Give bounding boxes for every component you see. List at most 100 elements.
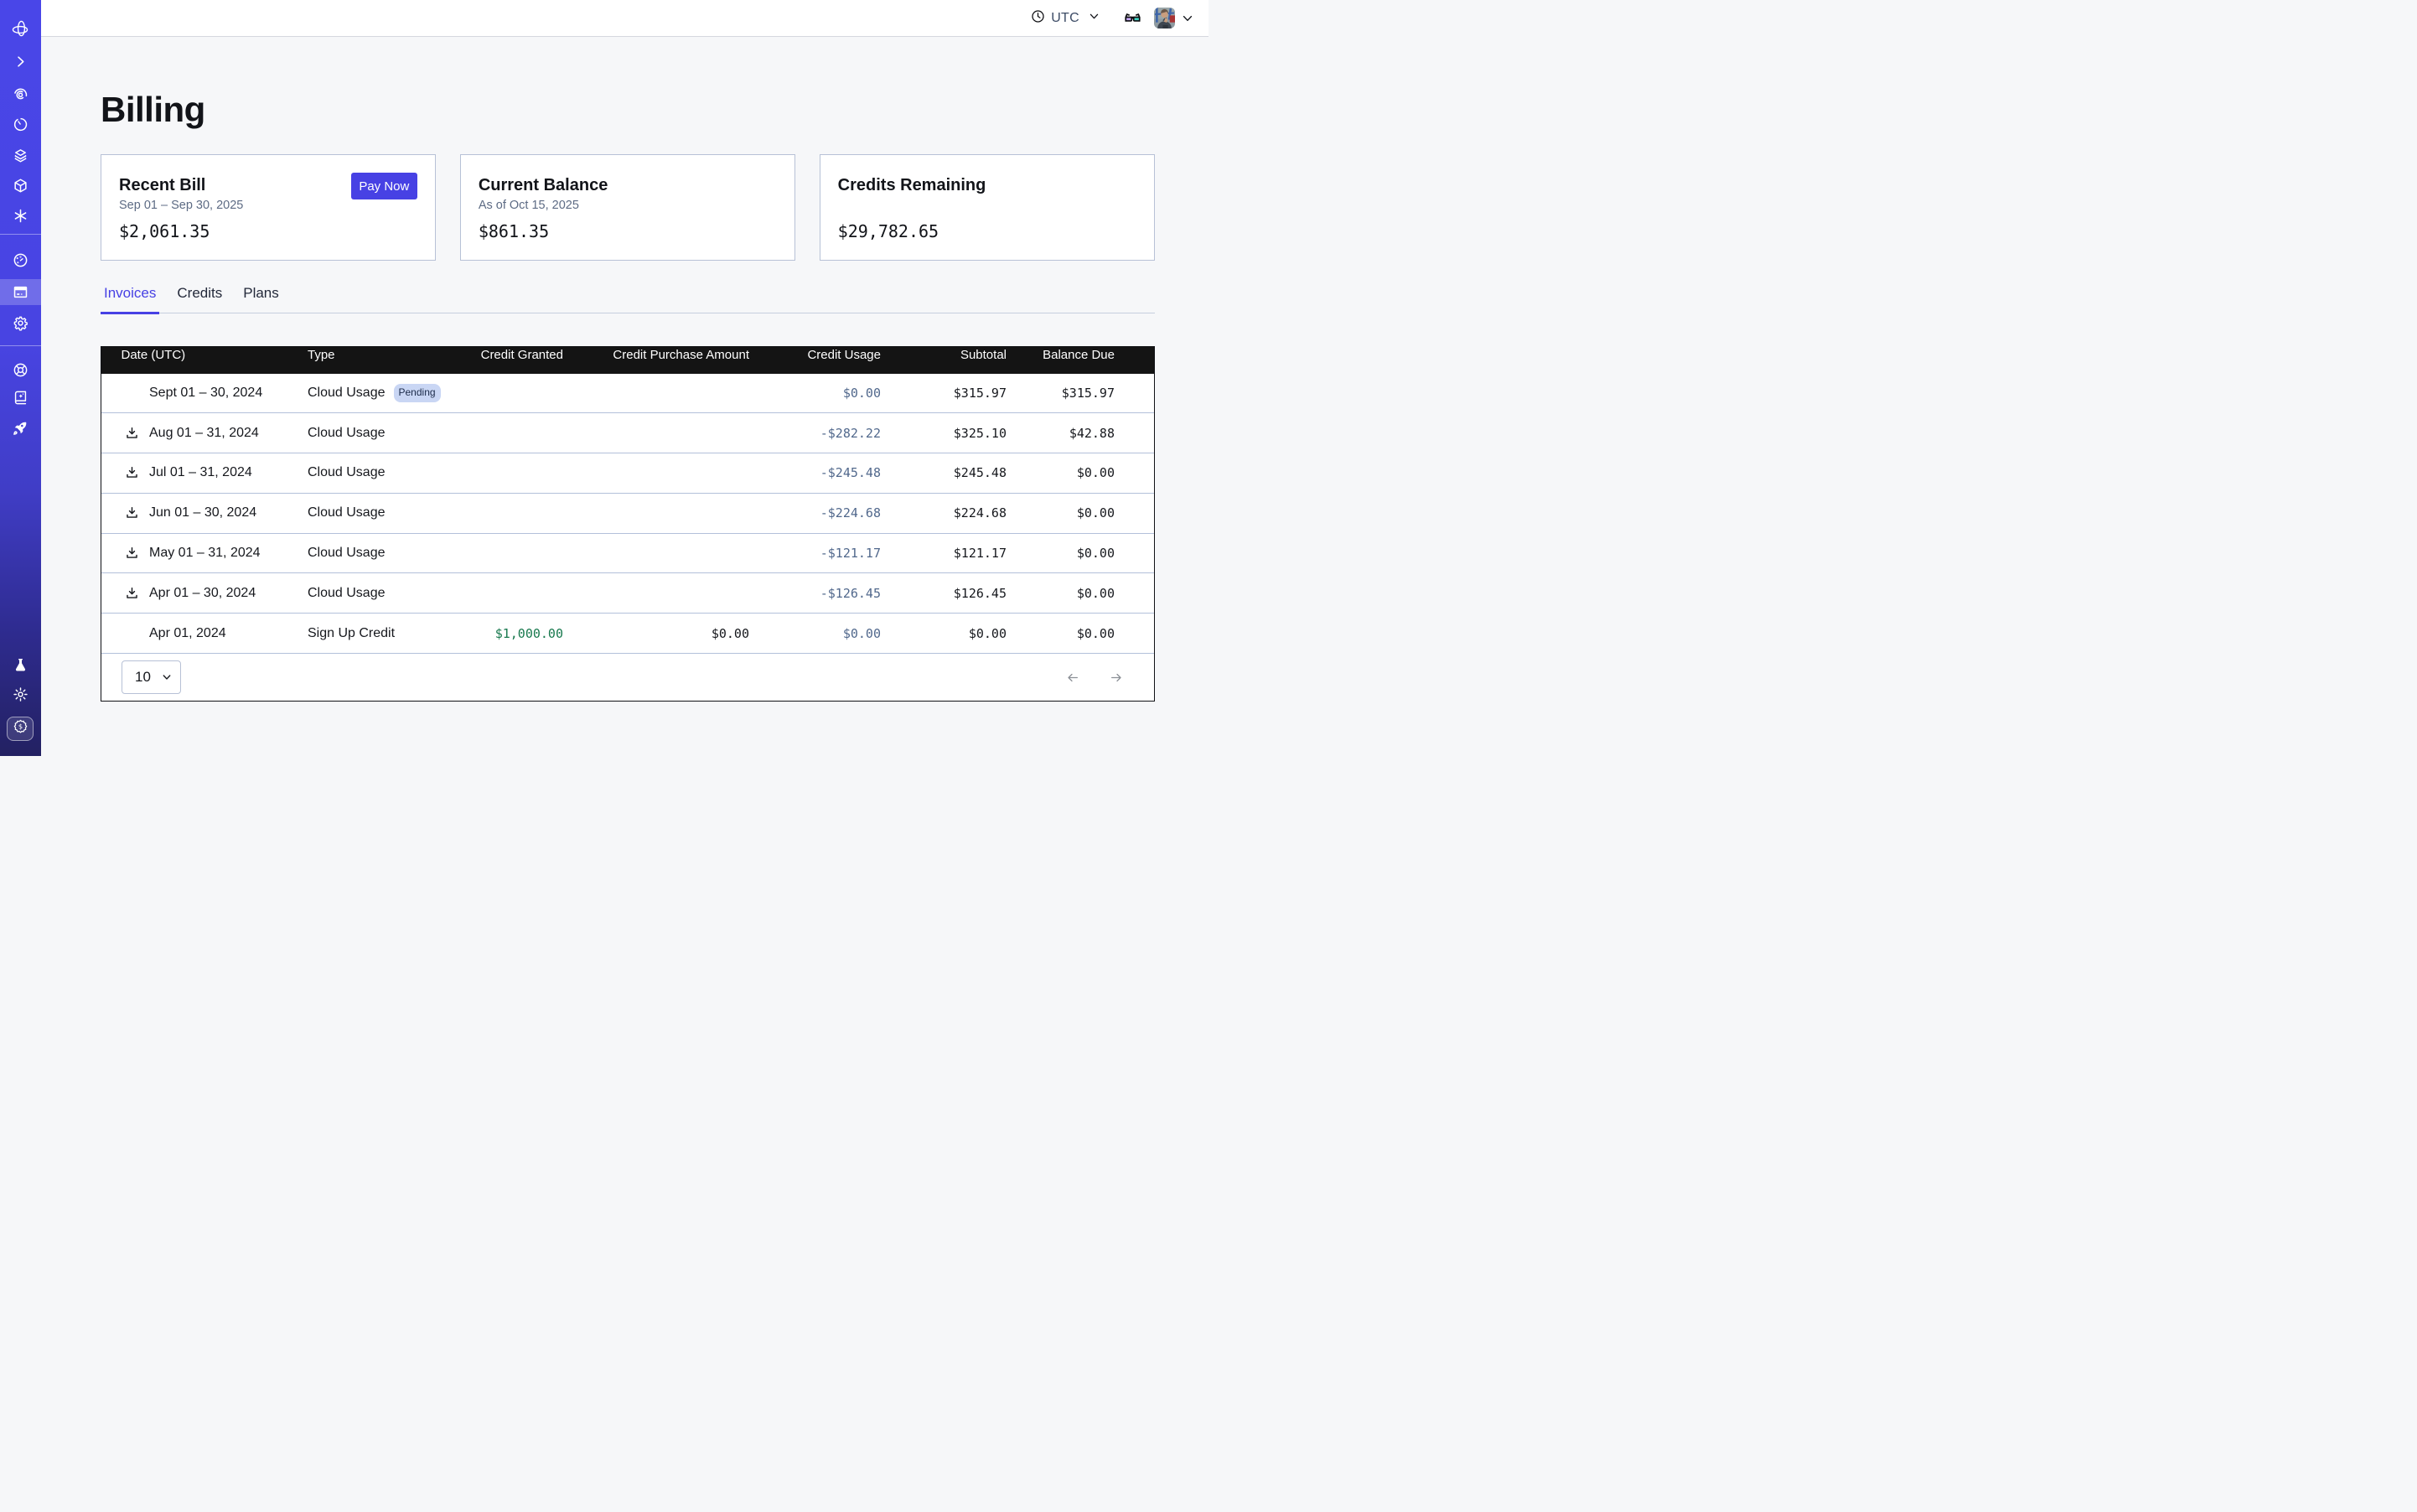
schedules-icon (13, 117, 28, 132)
chevron-down-icon (1089, 11, 1100, 26)
invoice-type: Cloud Usage (308, 465, 386, 480)
sidebar-item-deployments[interactable] (0, 140, 41, 170)
invoice-row: May 01 – 31, 2024Cloud Usage-$121.17$121… (101, 534, 1154, 574)
chevron-down-icon (162, 672, 172, 682)
rocket-icon (12, 420, 28, 437)
invoice-type: Sign Up Credit (308, 626, 395, 641)
subtotal: $126.45 (881, 586, 1007, 601)
column-header: Credit Granted (454, 348, 563, 362)
chevron-down-icon[interactable] (1182, 13, 1193, 24)
download-invoice-icon[interactable] (125, 466, 139, 480)
balance-due: $0.00 (1007, 505, 1115, 520)
temporal-logo-icon (11, 19, 29, 38)
balance-due: $0.00 (1007, 465, 1115, 480)
sidebar-item-nexus[interactable] (0, 201, 41, 231)
page-title: Billing (101, 92, 1155, 127)
invoice-row: Apr 01, 2024 Sign Up Credit $1,000.00 $0.00… (101, 614, 1154, 654)
previous-page-button[interactable] (1066, 671, 1079, 684)
svg-text:$: $ (18, 722, 23, 730)
sidebar-item-support[interactable] (0, 356, 41, 384)
invoice-row: Sept 01 – 30, 2024Cloud UsagePending$0.0… (101, 374, 1154, 414)
next-page-button[interactable] (1110, 671, 1123, 684)
flask-icon (13, 657, 28, 673)
credit-usage: -$126.45 (749, 586, 881, 601)
download-invoice-icon[interactable] (125, 586, 139, 600)
download-invoice-icon[interactable] (125, 506, 139, 520)
credit-usage: -$121.17 (749, 546, 881, 561)
sidebar-item-getting-started[interactable] (0, 415, 41, 443)
billing-icon (13, 284, 28, 300)
subtotal: $0.00 (881, 626, 1007, 641)
invoice-date: Jun 01 – 30, 2024 (149, 505, 256, 520)
invoice-date: Apr 01, 2024 (149, 626, 226, 640)
dollar-seal-icon: $ (13, 718, 28, 738)
credits-remaining-amount: $29,782.65 (838, 221, 1136, 241)
invoice-type: Cloud Usage (308, 426, 386, 441)
column-header: Balance Due (1007, 348, 1115, 362)
credit-usage: -$282.22 (749, 426, 881, 441)
credits-remaining-sub (838, 197, 1136, 214)
avatar[interactable] (1154, 8, 1175, 28)
balance-due: $0.00 (1007, 586, 1115, 601)
invoice-date: May 01 – 31, 2024 (149, 546, 261, 560)
status-badge: Pending (394, 384, 441, 402)
sidebar: $ (0, 0, 41, 756)
sidebar-item-theme[interactable] (0, 681, 41, 708)
credits-badge-button[interactable]: $ (7, 717, 34, 741)
topbar: UTC (41, 0, 1209, 37)
column-header: Type (308, 348, 454, 362)
sidebar-divider (0, 234, 41, 235)
sidebar-item-workers[interactable] (0, 170, 41, 200)
subtotal: $245.48 (881, 465, 1007, 480)
subtotal: $224.68 (881, 505, 1007, 520)
page-size-value: 10 (135, 669, 151, 686)
timezone-selector[interactable]: UTC (1031, 9, 1100, 28)
sidebar-item-schedules[interactable] (0, 110, 41, 140)
balance-due: $0.00 (1007, 626, 1115, 641)
table-header-row: Date (UTC)TypeCredit GrantedCredit Purch… (101, 347, 1154, 374)
sidebar-item-namespaces[interactable] (0, 79, 41, 109)
page-size-select[interactable]: 10 (122, 660, 181, 694)
recent-bill-amount: $2,061.35 (119, 221, 417, 241)
sidebar-item-docs[interactable] (0, 384, 41, 412)
balance-due: $42.88 (1007, 426, 1115, 441)
sidebar-item-usage[interactable] (0, 245, 41, 275)
lifebuoy-icon (13, 362, 28, 378)
download-invoice-icon[interactable] (125, 426, 139, 440)
invoice-date: Sept 01 – 30, 2024 (149, 386, 262, 400)
timezone-label: UTC (1051, 11, 1079, 26)
layers-icon (13, 148, 28, 163)
usage-gauge-icon (13, 252, 28, 268)
download-invoice-icon[interactable] (125, 546, 139, 561)
credit-granted: $1,000.00 (454, 626, 563, 641)
invoice-row: Apr 01 – 30, 2024Cloud Usage-$126.45$126… (101, 573, 1154, 614)
invoice-type: Cloud Usage (308, 386, 386, 401)
subtotal: $121.17 (881, 546, 1007, 561)
invoice-row: Jul 01 – 31, 2024Cloud Usage-$245.48$245… (101, 453, 1154, 494)
invoices-table: Date (UTC)TypeCredit GrantedCredit Purch… (101, 346, 1155, 702)
glasses-icon[interactable] (1124, 9, 1141, 27)
sidebar-item-home[interactable] (0, 13, 41, 44)
invoice-date: Jul 01 – 31, 2024 (149, 465, 252, 479)
credits-remaining-title: Credits Remaining (838, 175, 1136, 195)
sidebar-item-labs[interactable] (0, 651, 41, 679)
column-header: Date (UTC) (101, 348, 308, 362)
column-header: Subtotal (881, 348, 1007, 362)
sidebar-item-settings[interactable] (0, 308, 41, 338)
balance-due: $0.00 (1007, 546, 1115, 561)
tab-invoices[interactable]: Invoices (101, 284, 159, 314)
invoice-row: Jun 01 – 30, 2024Cloud Usage-$224.68$224… (101, 494, 1154, 534)
sun-icon (13, 686, 28, 702)
current-balance-title: Current Balance (479, 175, 777, 195)
clock-icon (1031, 9, 1045, 28)
tab-credits[interactable]: Credits (173, 284, 225, 314)
recent-bill-period: Sep 01 – Sep 30, 2025 (119, 197, 417, 214)
tab-plans[interactable]: Plans (240, 284, 282, 314)
column-header: Credit Usage (749, 348, 881, 362)
invoice-type: Cloud Usage (308, 505, 386, 520)
balance-due: $315.97 (1007, 386, 1115, 401)
subtotal: $315.97 (881, 386, 1007, 401)
sidebar-expand-button[interactable] (0, 46, 41, 76)
pay-now-button[interactable]: Pay Now (351, 173, 417, 199)
sidebar-item-billing[interactable] (0, 279, 41, 305)
